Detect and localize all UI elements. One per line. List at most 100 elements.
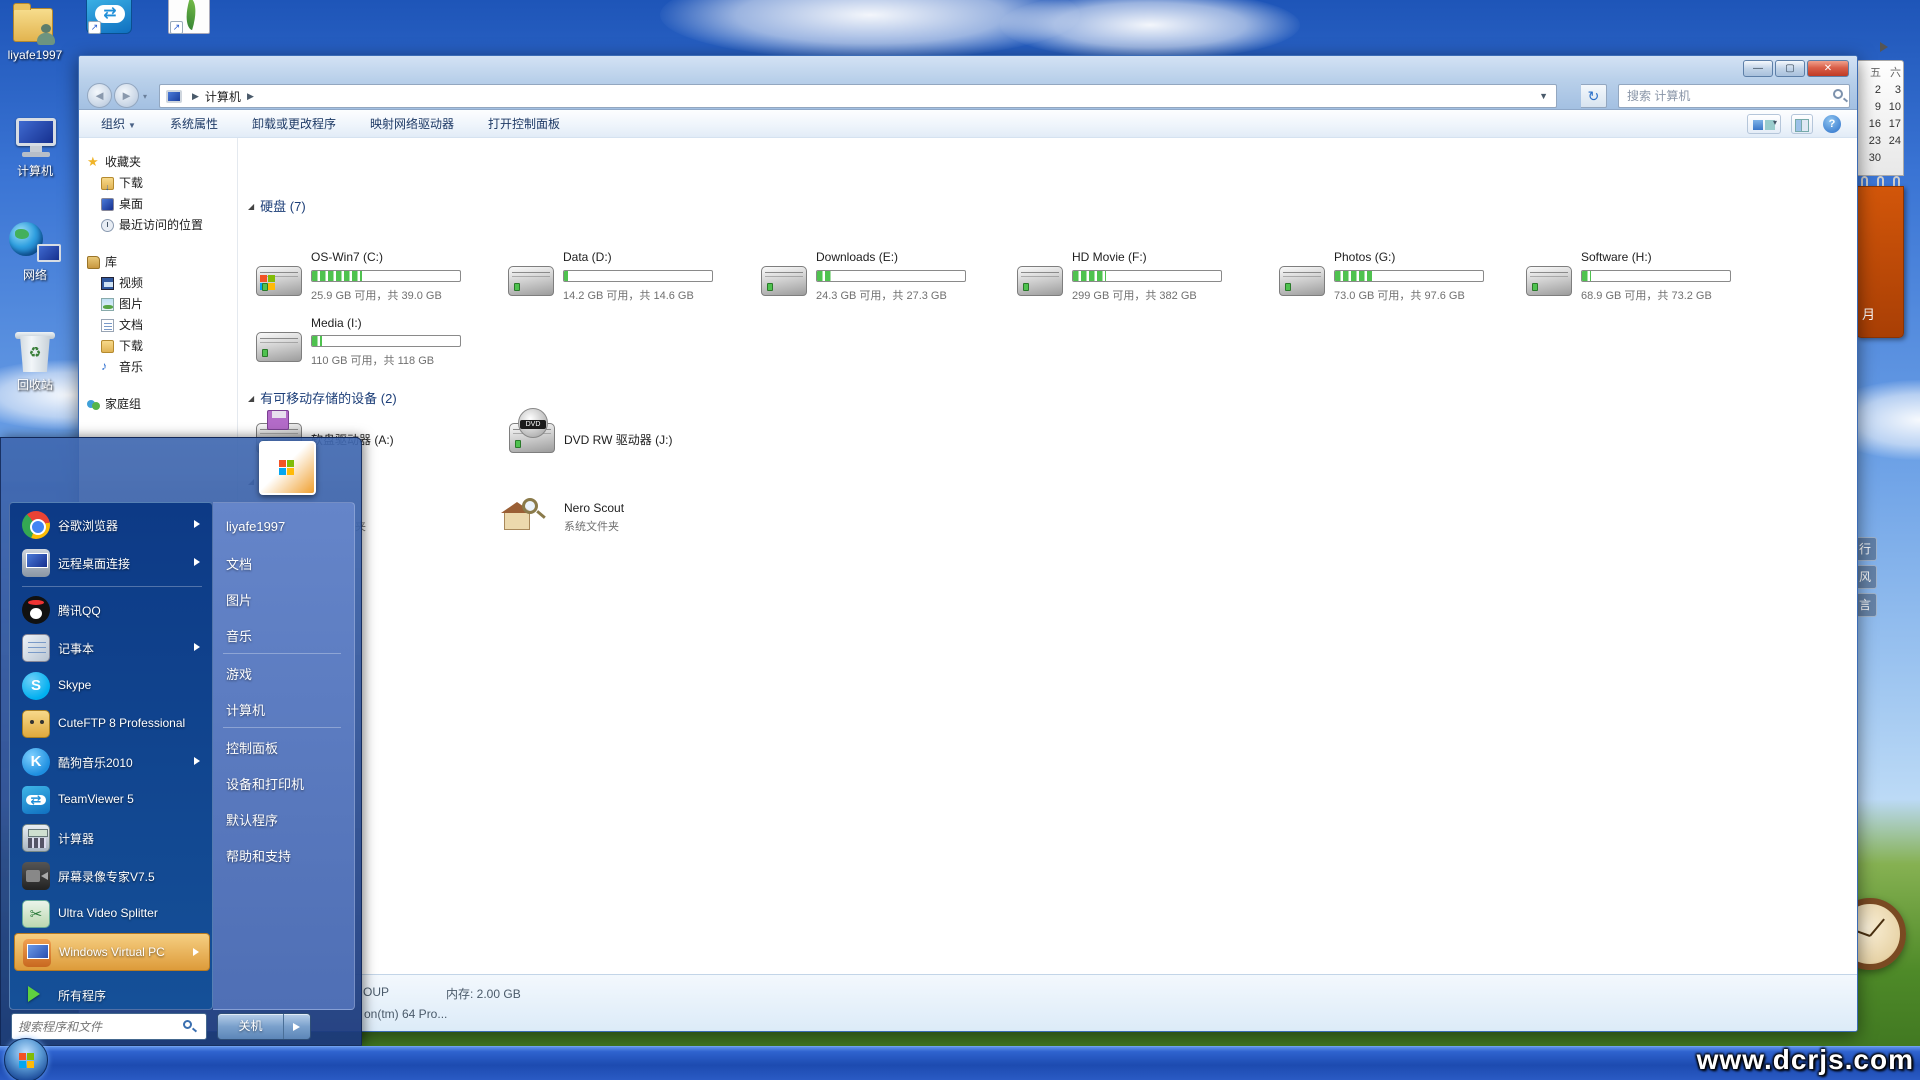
close-button[interactable]: ✕ xyxy=(1807,60,1849,77)
sidebar-item-pictures[interactable]: 图片 xyxy=(79,294,237,315)
start-menu-item-screen-recorder[interactable]: 屏幕录像专家V7.5 xyxy=(14,857,210,895)
group-header-hard-disks[interactable]: ◢硬盘 (7) xyxy=(248,196,306,215)
sidebar-item-documents[interactable]: 文档 xyxy=(79,315,237,336)
start-menu-documents[interactable]: 文档 xyxy=(226,554,252,573)
submenu-arrow-icon xyxy=(193,948,199,956)
address-dropdown-icon[interactable]: ▼ xyxy=(1539,91,1556,101)
disk-usage-bar xyxy=(816,270,966,282)
start-menu-user-link[interactable]: liyafe1997 xyxy=(226,519,285,534)
taskbar: 下载 风景 高清风景 最近... 计算机 CH P ? ‹ K 6:32 xyxy=(0,1046,1920,1080)
start-search-input[interactable] xyxy=(11,1013,207,1040)
start-menu-item-qq[interactable]: 腾讯QQ xyxy=(14,591,210,629)
calendar-day-header: 五 xyxy=(1861,65,1881,82)
start-menu-program-list: 谷歌浏览器 远程桌面连接 腾讯QQ 记事本 Skype CuteFTP 8 Pr… xyxy=(9,502,213,1010)
disk-usage-bar xyxy=(1334,270,1484,282)
start-menu-help-support[interactable]: 帮助和支持 xyxy=(226,846,291,865)
menu-divider xyxy=(223,727,341,728)
user-folder-icon xyxy=(11,6,59,46)
shutdown-label[interactable]: 关机 xyxy=(218,1014,284,1039)
window-titlebar[interactable]: — ▢ ✕ ◄ ► ▾ ▶ 计算机 ▶ ▼ ↻ 搜索 计算机 xyxy=(79,56,1857,110)
uninstall-program-button[interactable]: 卸载或更改程序 xyxy=(252,115,336,132)
start-menu-item-virtual-pc[interactable]: Windows Virtual PC xyxy=(14,933,210,971)
start-menu-item-kugou[interactable]: 酷狗音乐2010 xyxy=(14,743,210,781)
map-network-drive-button[interactable]: 映射网络驱动器 xyxy=(370,115,454,132)
desktop-icon-computer[interactable]: 计算机 xyxy=(2,118,68,179)
desktop-shortcut-photoshop[interactable]: ↗ xyxy=(168,0,210,34)
refresh-button[interactable]: ↻ xyxy=(1581,84,1607,108)
virtual-pc-icon xyxy=(23,939,51,967)
start-menu-control-panel[interactable]: 控制面板 xyxy=(226,738,278,757)
calculator-icon xyxy=(22,824,50,852)
sidebar-item-desktop[interactable]: 桌面 xyxy=(79,194,237,215)
hard-drive-icon xyxy=(1526,266,1572,296)
desktop-shortcut-teamviewer[interactable]: ↗ xyxy=(86,0,132,34)
recent-pages-dropdown-icon[interactable]: ▾ xyxy=(143,92,147,101)
shutdown-button[interactable]: 关机 xyxy=(217,1013,311,1040)
start-menu-default-programs[interactable]: 默认程序 xyxy=(226,810,278,829)
start-menu-computer[interactable]: 计算机 xyxy=(226,700,265,719)
start-menu-item-teamviewer[interactable]: TeamViewer 5 xyxy=(14,781,210,819)
documents-icon xyxy=(101,319,114,332)
sidebar-item-libraries[interactable]: 库 xyxy=(79,252,237,273)
breadcrumb-chevron-icon[interactable]: ▶ xyxy=(241,91,260,102)
start-menu-music[interactable]: 音乐 xyxy=(226,626,252,645)
group-header-removable[interactable]: ◢有可移动存储的设备 (2) xyxy=(248,388,397,407)
start-menu-item-cuteftp[interactable]: CuteFTP 8 Professional xyxy=(14,705,210,743)
sidebar-item-downloads-lib[interactable]: 下载 xyxy=(79,336,237,357)
desktop-icon-network[interactable]: 网络 xyxy=(2,222,68,283)
all-programs-button[interactable]: 所有程序 xyxy=(14,979,210,1009)
help-button[interactable]: ? xyxy=(1823,115,1841,133)
submenu-arrow-icon xyxy=(194,757,200,765)
breadcrumb[interactable]: 计算机 xyxy=(205,88,241,105)
start-menu-item-skype[interactable]: Skype xyxy=(14,667,210,705)
system-properties-button[interactable]: 系统属性 xyxy=(170,115,218,132)
hard-drive-icon xyxy=(761,266,807,296)
start-menu-item-chrome[interactable]: 谷歌浏览器 xyxy=(14,506,210,544)
sidebar-item-downloads-fav[interactable]: 下载 xyxy=(79,173,237,194)
forward-button[interactable]: ► xyxy=(114,83,139,108)
calendar-date: 3 xyxy=(1881,82,1901,99)
organize-menu[interactable]: 组织▼ xyxy=(101,115,136,132)
sidebar-item-music[interactable]: ♪音乐 xyxy=(79,357,237,378)
minimize-button[interactable]: — xyxy=(1743,60,1773,77)
start-button[interactable] xyxy=(4,1038,48,1080)
sidebar-item-homegroup[interactable]: 家庭组 xyxy=(79,394,237,415)
teamviewer-icon xyxy=(22,786,50,814)
search-input[interactable]: 搜索 计算机 xyxy=(1618,84,1850,108)
maximize-button[interactable]: ▢ xyxy=(1775,60,1805,77)
start-menu-item-calculator[interactable]: 计算器 xyxy=(14,819,210,857)
hard-drive-icon xyxy=(256,332,302,362)
gadget-arrow-icon[interactable] xyxy=(1880,42,1888,52)
open-control-panel-button[interactable]: 打开控制面板 xyxy=(488,115,560,132)
hard-drive-icon xyxy=(1279,266,1325,296)
breadcrumb-chevron-icon: ▶ xyxy=(186,91,205,102)
start-menu-pictures[interactable]: 图片 xyxy=(226,590,252,609)
desktop-icon-user-folder[interactable]: liyafe1997 xyxy=(2,6,68,62)
calendar-date: 17 xyxy=(1881,116,1901,133)
cloud xyxy=(1000,0,1300,60)
sidebar-item-favorites[interactable]: ★收藏夹 xyxy=(79,152,237,173)
start-menu-item-notepad[interactable]: 记事本 xyxy=(14,629,210,667)
desktop-icon-recycle-bin[interactable]: ♻ 回收站 xyxy=(2,330,68,393)
back-button[interactable]: ◄ xyxy=(87,83,112,108)
preview-pane-button[interactable] xyxy=(1791,114,1813,134)
shutdown-options-arrow[interactable] xyxy=(284,1014,310,1039)
sidebar-item-recent-places[interactable]: 最近访问的位置 xyxy=(79,215,237,236)
music-icon: ♪ xyxy=(101,360,114,373)
hard-drive-icon xyxy=(256,266,302,296)
start-menu-games[interactable]: 游戏 xyxy=(226,664,252,683)
chevron-down-icon: ▼ xyxy=(128,121,136,130)
menu-divider xyxy=(223,653,341,654)
homegroup-icon xyxy=(87,398,100,411)
screen-recorder-icon xyxy=(22,862,50,890)
sidebar-item-videos[interactable]: 视频 xyxy=(79,273,237,294)
cuteftp-icon xyxy=(22,710,50,738)
user-picture[interactable] xyxy=(259,441,316,495)
start-menu-item-video-splitter[interactable]: Ultra Video Splitter xyxy=(14,895,210,933)
collapse-triangle-icon[interactable]: ◢ xyxy=(248,394,254,403)
change-view-button[interactable] xyxy=(1747,114,1781,134)
start-menu-devices-printers[interactable]: 设备和打印机 xyxy=(226,774,304,793)
collapse-triangle-icon[interactable]: ◢ xyxy=(248,202,254,211)
address-bar[interactable]: ▶ 计算机 ▶ ▼ xyxy=(159,84,1557,108)
start-menu-item-rdp[interactable]: 远程桌面连接 xyxy=(14,544,210,582)
